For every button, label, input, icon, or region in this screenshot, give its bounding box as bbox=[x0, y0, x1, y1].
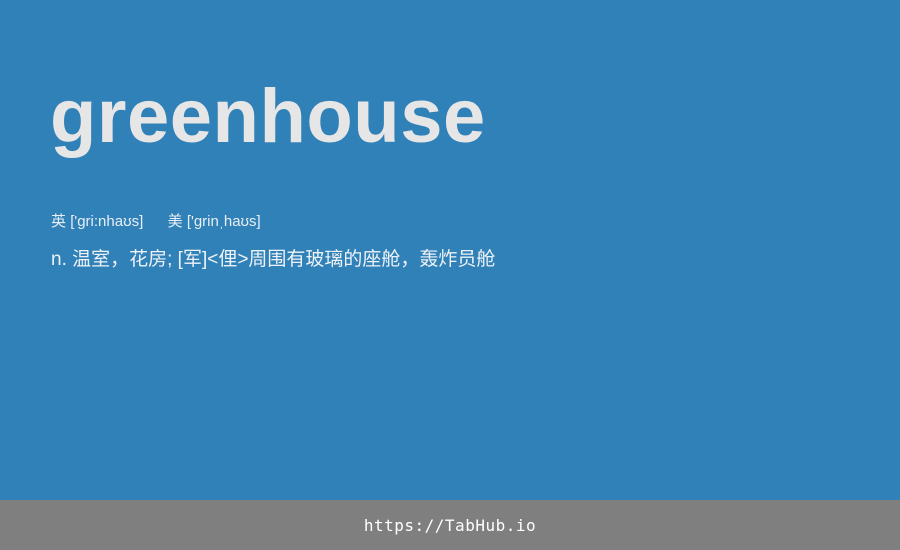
uk-phonetic-label: 英 bbox=[51, 213, 67, 230]
us-phonetic: ['grinˌhaʊs] bbox=[186, 213, 261, 230]
headword: greenhouse bbox=[50, 74, 486, 159]
word-card: greenhouse 英 ['gri:nhaʊs] 美 ['grinˌhaʊs]… bbox=[0, 0, 900, 500]
tabhub-link[interactable]: https://TabHub.io bbox=[364, 516, 536, 535]
footer-bar: https://TabHub.io bbox=[0, 500, 900, 550]
uk-phonetic: ['gri:nhaʊs] bbox=[70, 213, 144, 230]
definition-text: n. 温室，花房; [军]<俚>周围有玻璃的座舱，轰炸员舱 bbox=[51, 249, 496, 270]
phonetics-row: 英 ['gri:nhaʊs] 美 ['grinˌhaʊs] bbox=[51, 212, 261, 232]
us-phonetic-label: 美 bbox=[167, 213, 183, 230]
